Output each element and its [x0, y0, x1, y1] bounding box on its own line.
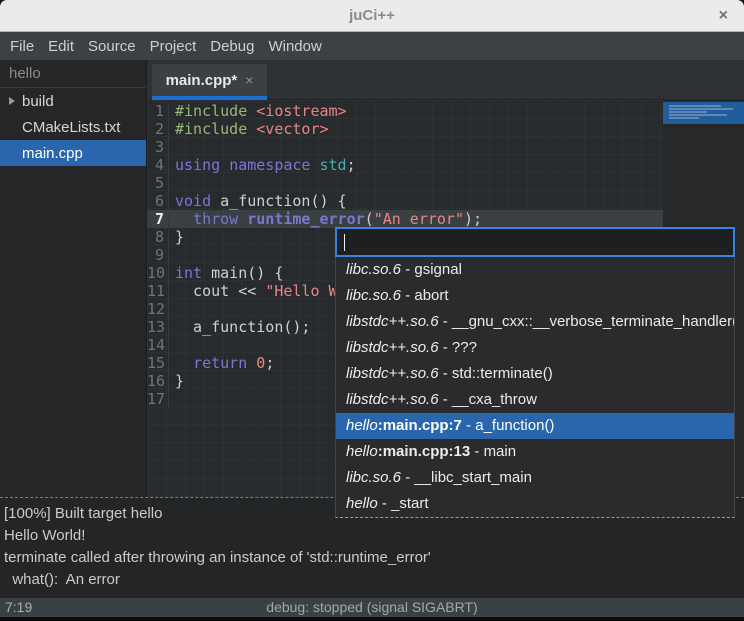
code-line[interactable]: 7 throw runtime_error("An error"); — [147, 210, 663, 228]
backtrace-filter-input[interactable] — [335, 227, 735, 257]
menu-item-source[interactable]: Source — [81, 34, 143, 59]
backtrace-item[interactable]: libstdc++.so.6 - __gnu_cxx::__verbose_te… — [336, 309, 734, 335]
status-bar: 7:19 debug: stopped (signal SIGABRT) — [0, 598, 744, 617]
backtrace-item[interactable]: libc.so.6 - __libc_start_main — [336, 465, 734, 491]
line-number[interactable]: 2 — [147, 120, 169, 138]
code-line[interactable]: 2#include <vector> — [147, 120, 663, 138]
tree-item-label: CMakeLists.txt — [22, 119, 120, 136]
text-caret — [344, 234, 345, 251]
backtrace-item[interactable]: hello - _start — [336, 491, 734, 517]
line-number[interactable]: 9 — [147, 246, 169, 264]
menu-item-project[interactable]: Project — [143, 34, 204, 59]
file-tree-sidebar: hello build CMakeLists.txt main.cpp — [0, 60, 147, 497]
line-number[interactable]: 5 — [147, 174, 169, 192]
titlebar[interactable]: juCi++ × — [0, 0, 744, 32]
backtrace-item[interactable]: libstdc++.so.6 - __cxa_throw — [336, 387, 734, 413]
terminal-line: terminate called after throwing an insta… — [4, 547, 740, 569]
code-line[interactable]: 3 — [147, 138, 663, 156]
backtrace-item[interactable]: libstdc++.so.6 - ??? — [336, 335, 734, 361]
backtrace-list: libc.so.6 - gsignallibc.so.6 - abortlibs… — [335, 257, 735, 518]
window-title: juCi++ — [349, 7, 395, 24]
tree-item-label: main.cpp — [22, 145, 83, 162]
line-number[interactable]: 7 — [147, 210, 169, 228]
tab-close-icon[interactable]: × — [245, 72, 253, 88]
window-close-icon[interactable]: × — [719, 6, 728, 26]
sidebar-item-main-cpp[interactable]: main.cpp — [0, 140, 146, 166]
backtrace-item[interactable]: libstdc++.so.6 - std::terminate() — [336, 361, 734, 387]
line-number[interactable]: 16 — [147, 372, 169, 390]
overview-highlight — [663, 102, 744, 124]
line-number[interactable]: 13 — [147, 318, 169, 336]
menu-item-file[interactable]: File — [3, 34, 41, 59]
sidebar-item-cmakelists-txt[interactable]: CMakeLists.txt — [0, 114, 146, 140]
backtrace-item[interactable]: hello:main.cpp:7 - a_function() — [336, 413, 734, 439]
code-line[interactable]: 4using namespace std; — [147, 156, 663, 174]
project-name-header: hello — [0, 60, 146, 88]
backtrace-item[interactable]: libc.so.6 - abort — [336, 283, 734, 309]
juci-window: juCi++ × FileEditSourceProjectDebugWindo… — [0, 0, 744, 621]
menu-item-window[interactable]: Window — [261, 34, 328, 59]
menu-item-debug[interactable]: Debug — [203, 34, 261, 59]
terminal-line: Hello World! — [4, 525, 740, 547]
line-number[interactable]: 11 — [147, 282, 169, 300]
line-number[interactable]: 10 — [147, 264, 169, 282]
backtrace-popup: libc.so.6 - gsignallibc.so.6 - abortlibs… — [335, 227, 735, 518]
sidebar-item-build[interactable]: build — [0, 88, 146, 114]
line-number[interactable]: 15 — [147, 354, 169, 372]
terminal-line: what(): An error — [4, 569, 740, 591]
line-number[interactable]: 12 — [147, 300, 169, 318]
line-number[interactable]: 3 — [147, 138, 169, 156]
window-bottom-edge — [0, 617, 744, 621]
tab-bar: main.cpp* × — [147, 60, 744, 100]
backtrace-item[interactable]: hello:main.cpp:13 - main — [336, 439, 734, 465]
code-line[interactable]: 5 — [147, 174, 663, 192]
tree-item-label: build — [22, 93, 54, 110]
debug-status-text: debug: stopped (signal SIGABRT) — [0, 599, 744, 615]
line-number[interactable]: 14 — [147, 336, 169, 354]
line-number[interactable]: 8 — [147, 228, 169, 246]
code-line[interactable]: 1#include <iostream> — [147, 102, 663, 120]
tab-main-cpp[interactable]: main.cpp* × — [152, 64, 267, 100]
menu-item-edit[interactable]: Edit — [41, 34, 81, 59]
line-number[interactable]: 6 — [147, 192, 169, 210]
line-number[interactable]: 1 — [147, 102, 169, 120]
menubar: FileEditSourceProjectDebugWindow — [0, 32, 744, 60]
code-line[interactable]: 6void a_function() { — [147, 192, 663, 210]
expander-arrow-icon[interactable] — [9, 97, 15, 105]
backtrace-item[interactable]: libc.so.6 - gsignal — [336, 257, 734, 283]
tab-label: main.cpp* — [166, 72, 238, 89]
line-number[interactable]: 4 — [147, 156, 169, 174]
line-number[interactable]: 17 — [147, 390, 169, 408]
